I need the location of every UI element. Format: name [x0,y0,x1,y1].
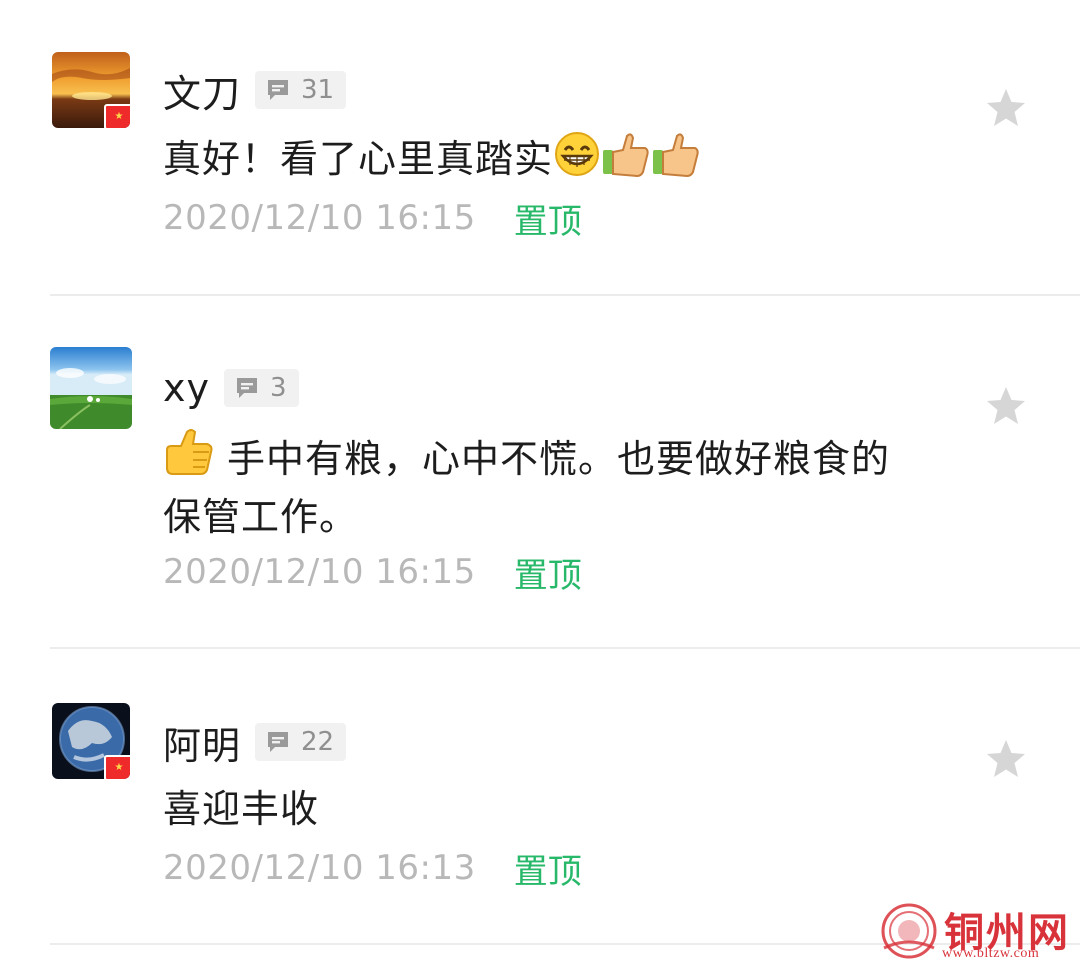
avatar[interactable] [50,347,132,429]
commenter-name[interactable]: 文刀 [163,63,241,118]
reply-count-badge[interactable]: 3 [223,369,299,407]
comment-time: 2020/12/10 16:15 [163,552,476,592]
pin-button[interactable]: 置顶 [514,548,582,597]
avatar[interactable]: ★ [52,52,130,128]
star-icon[interactable] [984,737,1028,781]
star-icon[interactable] [984,86,1028,130]
comment-text: 真好！看了心里真踏实 [163,130,953,188]
comment-line-1: 手中有粮，心中不慌。也要做好粮食的 [163,426,953,488]
comment-line-2: 保管工作。 [163,495,359,539]
comment-header: 阿明 22 [163,720,347,768]
comment-meta: 2020/12/10 16:13 置顶 [163,844,582,893]
china-flag-icon: ★ [104,755,130,779]
comment-text-line1: 手中有粮，心中不慌。也要做好粮食的 [227,437,891,481]
comment-text-body: 喜迎丰收 [163,787,320,831]
china-flag-icon: ★ [104,104,130,128]
thumbs-up-emoji [653,133,699,178]
grassland-avatar [50,347,132,429]
avatar[interactable]: ★ [52,703,130,779]
comment-header: xy 3 [163,366,299,410]
commenter-name[interactable]: 阿明 [163,715,241,770]
commenter-name[interactable]: xy [163,366,210,410]
star-icon[interactable] [984,384,1028,428]
pin-button[interactable]: 置顶 [514,844,582,893]
divider [50,647,1080,649]
comment-header: 文刀 31 [163,68,347,116]
reply-count: 3 [269,373,287,403]
reply-count-badge[interactable]: 22 [255,723,347,761]
pin-button[interactable]: 置顶 [514,194,582,243]
comment-text: 手中有粮，心中不慌。也要做好粮食的 保管工作。 [163,426,953,546]
thumbs-up-emoji [166,429,213,475]
thumbs-up-emoji [603,133,649,178]
site-logo-icon [881,903,937,959]
comment-icon [236,378,257,398]
reply-count: 22 [301,727,335,757]
comment-icon [268,80,289,100]
divider [50,294,1080,296]
grinning-emoji [555,132,600,176]
comment-time: 2020/12/10 16:15 [163,198,476,238]
comment-meta: 2020/12/10 16:15 置顶 [163,194,582,243]
comment-text-body: 真好！看了心里真踏实 [163,137,554,181]
reply-count-badge[interactable]: 31 [255,71,347,109]
comment-text: 喜迎丰收 [163,780,953,838]
watermark-url: www.bltzw.com [942,946,1040,961]
site-watermark: 铜州网 www.bltzw.com [876,900,1080,968]
comment-time: 2020/12/10 16:13 [163,848,476,888]
comment-meta: 2020/12/10 16:15 置顶 [163,548,582,597]
comment-list: ★ 文刀 31 真好！看了心里真踏实 2020/12/10 16:15 置顶 x… [0,0,1080,968]
reply-count: 31 [301,75,335,105]
comment-icon [268,732,289,752]
